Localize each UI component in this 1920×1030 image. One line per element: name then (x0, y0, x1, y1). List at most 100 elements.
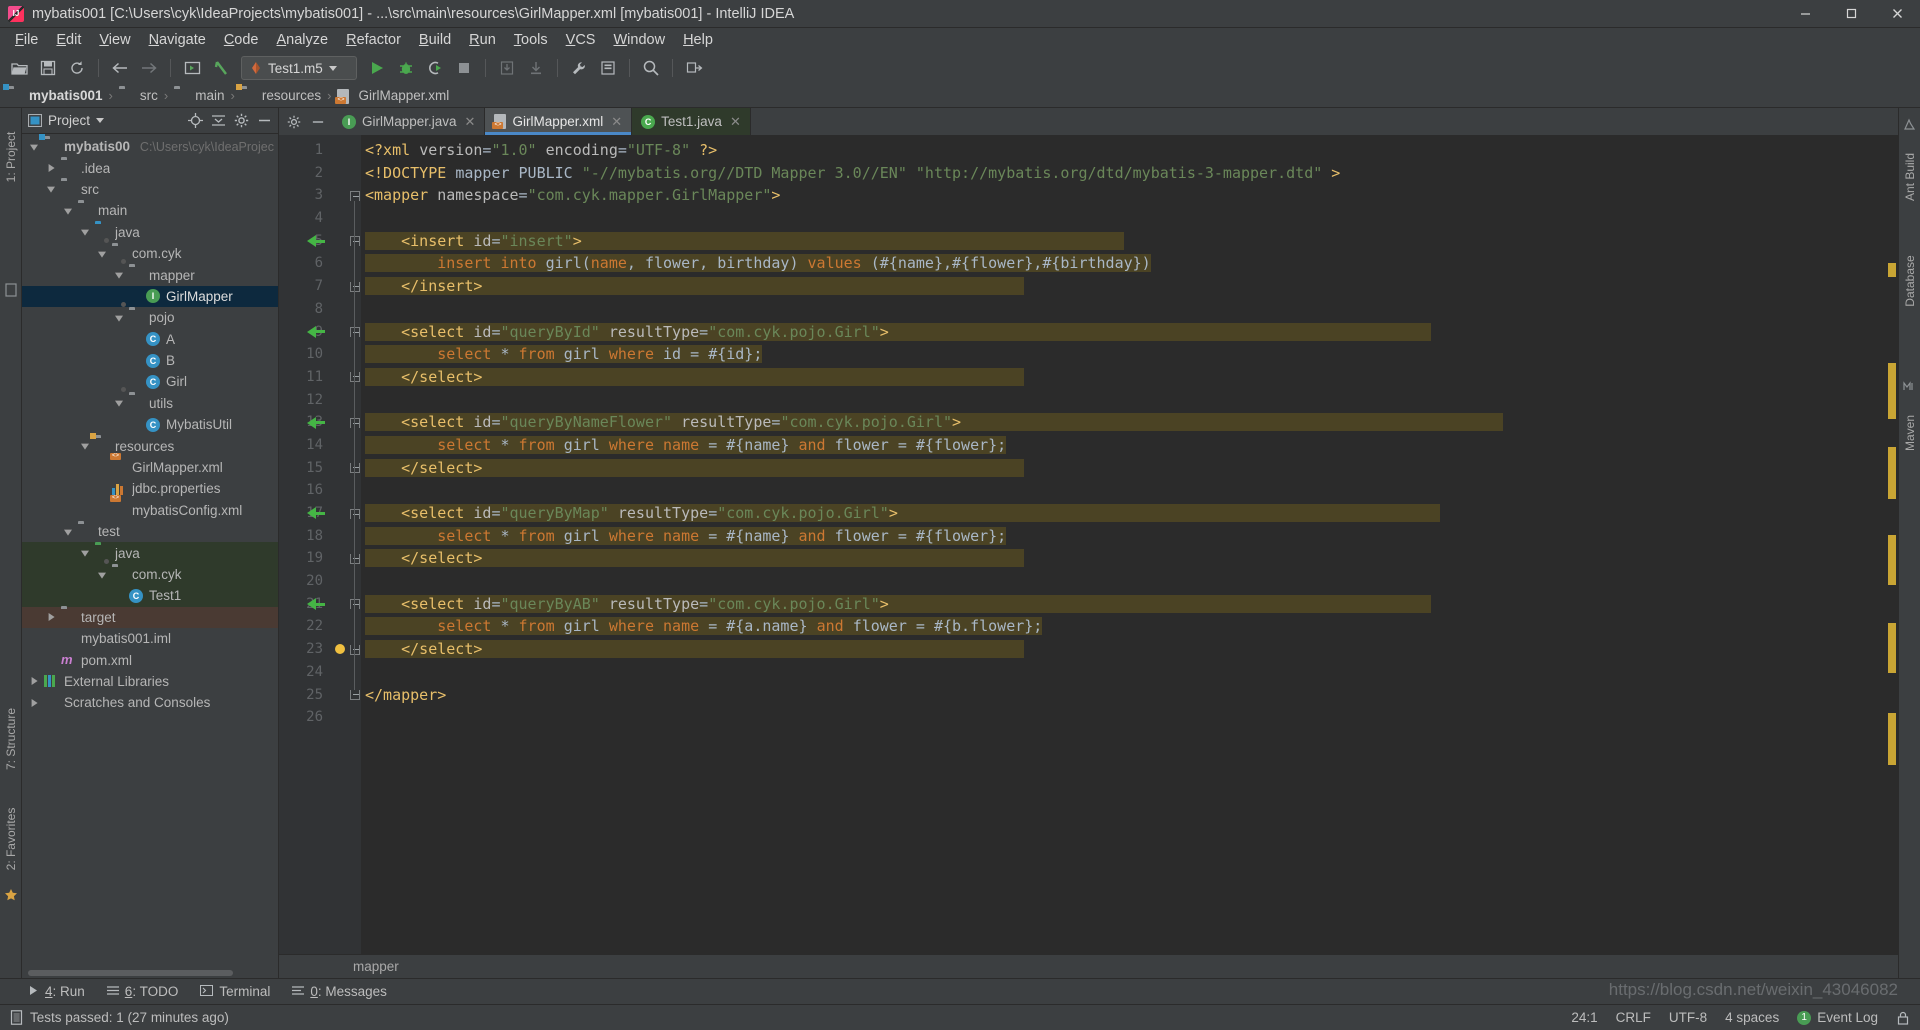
editor-tab-test1-java[interactable]: C Test1.java ✕ (632, 108, 751, 135)
fold-marker-line-25[interactable] (350, 690, 360, 701)
close-icon[interactable]: ✕ (730, 114, 741, 130)
intention-bulb-icon[interactable] (335, 644, 345, 655)
gutter-line-2[interactable]: 2 (279, 162, 349, 185)
gear-icon[interactable] (234, 113, 249, 128)
gutter-line-23[interactable]: 23 (279, 638, 349, 661)
menu-item-refactor[interactable]: Refactor (337, 30, 410, 50)
search-icon[interactable] (638, 56, 664, 80)
tree-node--idea[interactable]: .idea (22, 157, 278, 178)
fold-marker-line-13[interactable] (350, 417, 360, 428)
chevron-down-icon[interactable] (62, 526, 74, 538)
code-line-19[interactable]: </select> (361, 547, 1884, 570)
tree-node-com-cyk[interactable]: com.cyk (22, 237, 278, 264)
tree-node-com-cyk[interactable]: com.cyk (22, 558, 278, 586)
code-line-4[interactable] (361, 207, 1884, 230)
close-icon[interactable]: ✕ (465, 114, 476, 130)
tree-node-girlmapper-xml[interactable]: <> GirlMapper.xml (22, 452, 278, 478)
forward-icon[interactable] (136, 56, 162, 80)
code-line-7[interactable]: </insert> (361, 275, 1884, 298)
tool-window-0-messages[interactable]: 0: Messages (292, 984, 387, 999)
tree-node-girl[interactable]: C Girl (22, 371, 278, 392)
gutter-line-9[interactable]: 9 (279, 321, 349, 344)
tool-window-4-run[interactable]: 4: Run (28, 984, 85, 999)
chevron-right-icon[interactable] (28, 697, 40, 709)
chevron-down-icon[interactable] (28, 141, 40, 153)
gutter-line-4[interactable]: 4 (279, 207, 349, 230)
chevron-down-icon[interactable] (96, 118, 105, 123)
compile-icon[interactable] (179, 56, 205, 80)
code-line-10[interactable]: select * from girl where id = #{id}; (361, 343, 1884, 366)
fold-marker-line-17[interactable] (350, 508, 360, 519)
ant-build-icon[interactable] (1903, 118, 1920, 136)
menu-item-navigate[interactable]: Navigate (140, 30, 215, 50)
code-line-22[interactable]: select * from girl where name = #{a.name… (361, 615, 1884, 638)
tree-node-b[interactable]: CB (22, 350, 278, 371)
chevron-down-icon[interactable] (45, 183, 57, 195)
menu-item-run[interactable]: Run (460, 30, 505, 50)
code-line-12[interactable] (361, 389, 1884, 412)
run-configuration-selector[interactable]: Test1.m5 (241, 56, 357, 80)
indent-setting[interactable]: 4 spaces (1725, 1010, 1779, 1025)
gutter-navigate-icon[interactable] (307, 507, 325, 520)
code-line-25[interactable]: </mapper> (361, 684, 1884, 707)
tree-node-pojo[interactable]: pojo (22, 301, 278, 328)
code-line-8[interactable] (361, 298, 1884, 321)
tree-node-test1[interactable]: C Test1 (22, 585, 278, 607)
close-icon[interactable]: ✕ (611, 114, 622, 130)
editor-tab-girlmapper-java[interactable]: I GirlMapper.java ✕ (333, 108, 486, 135)
maximize-button[interactable] (1828, 0, 1874, 28)
menu-item-tools[interactable]: Tools (505, 30, 557, 50)
code-line-16[interactable] (361, 479, 1884, 502)
gutter-line-3[interactable]: 3 (279, 184, 349, 207)
tree-node-mybatis001[interactable]: mybatis001 C:\Users\cyk\IdeaProjec (22, 134, 278, 157)
tree-node-test[interactable]: test (22, 521, 278, 542)
code-line-20[interactable] (361, 570, 1884, 593)
tree-node-scratches-and-consoles[interactable]: Scratches and Consoles (22, 692, 278, 713)
chevron-down-icon[interactable] (113, 269, 125, 281)
gutter-line-12[interactable]: 12 (279, 389, 349, 412)
tree-node-resources[interactable]: resources (22, 433, 278, 456)
code-line-11[interactable]: </select> (361, 366, 1884, 389)
chevron-down-icon[interactable] (96, 248, 108, 260)
line-separator[interactable]: CRLF (1616, 1010, 1651, 1025)
tree-node-src[interactable]: src (22, 179, 278, 200)
chevron-down-icon[interactable] (79, 226, 91, 238)
menu-item-help[interactable]: Help (674, 30, 722, 50)
tree-node-mybatisutil[interactable]: C MybatisUtil (22, 414, 278, 435)
chevron-down-icon[interactable] (79, 547, 91, 559)
menu-item-analyze[interactable]: Analyze (268, 30, 338, 50)
collapse-all-icon[interactable] (211, 113, 226, 128)
gutter-line-16[interactable]: 16 (279, 479, 349, 502)
update-project-icon[interactable] (494, 56, 520, 80)
code-line-21[interactable]: <select id="queryByAB" resultType="com.c… (361, 593, 1884, 616)
gutter-line-14[interactable]: 14 (279, 434, 349, 457)
settings-icon[interactable] (566, 56, 592, 80)
gutter-line-6[interactable]: 6 (279, 252, 349, 275)
chevron-down-icon[interactable] (79, 440, 91, 452)
code-line-24[interactable] (361, 661, 1884, 684)
tool-window-6-todo[interactable]: 6: TODO (106, 984, 178, 999)
gear-icon[interactable] (287, 115, 301, 129)
editor-viewport[interactable]: 1 2 3 4 5 6 7 8 9 10 11 12 13 14 15 16 17 18 19 20 21 22 23 24 2… (279, 135, 1898, 954)
gutter-line-17[interactable]: 17 (279, 502, 349, 525)
tree-node-mybatisconfig-xml[interactable]: <> mybatisConfig.xml (22, 495, 278, 521)
fold-marker-line-7[interactable] (350, 281, 360, 292)
tree-node-girlmapper[interactable]: I GirlMapper (22, 285, 278, 308)
structure-toolbar-icon[interactable] (595, 56, 621, 80)
chevron-down-icon[interactable] (113, 312, 125, 324)
menu-item-window[interactable]: Window (604, 30, 674, 50)
code-line-26[interactable] (361, 706, 1884, 729)
scrollbar-thumb[interactable] (28, 970, 233, 976)
chevron-down-icon[interactable] (62, 205, 74, 217)
tree-node-main[interactable]: main (22, 200, 278, 221)
gutter-line-8[interactable]: 8 (279, 298, 349, 321)
menu-item-vcs[interactable]: VCS (557, 30, 605, 50)
fold-marker-line-9[interactable] (350, 326, 360, 337)
gutter-navigate-icon[interactable] (307, 416, 325, 429)
code-line-14[interactable]: select * from girl where name = #{name} … (361, 434, 1884, 457)
lock-icon[interactable] (1896, 1011, 1910, 1025)
code-line-13[interactable]: <select id="queryByNameFlower" resultTyp… (361, 411, 1884, 434)
select-in-icon[interactable] (681, 56, 707, 80)
tree-node-utils[interactable]: utils (22, 387, 278, 414)
tree-node-pom-xml[interactable]: m pom.xml (22, 649, 278, 670)
